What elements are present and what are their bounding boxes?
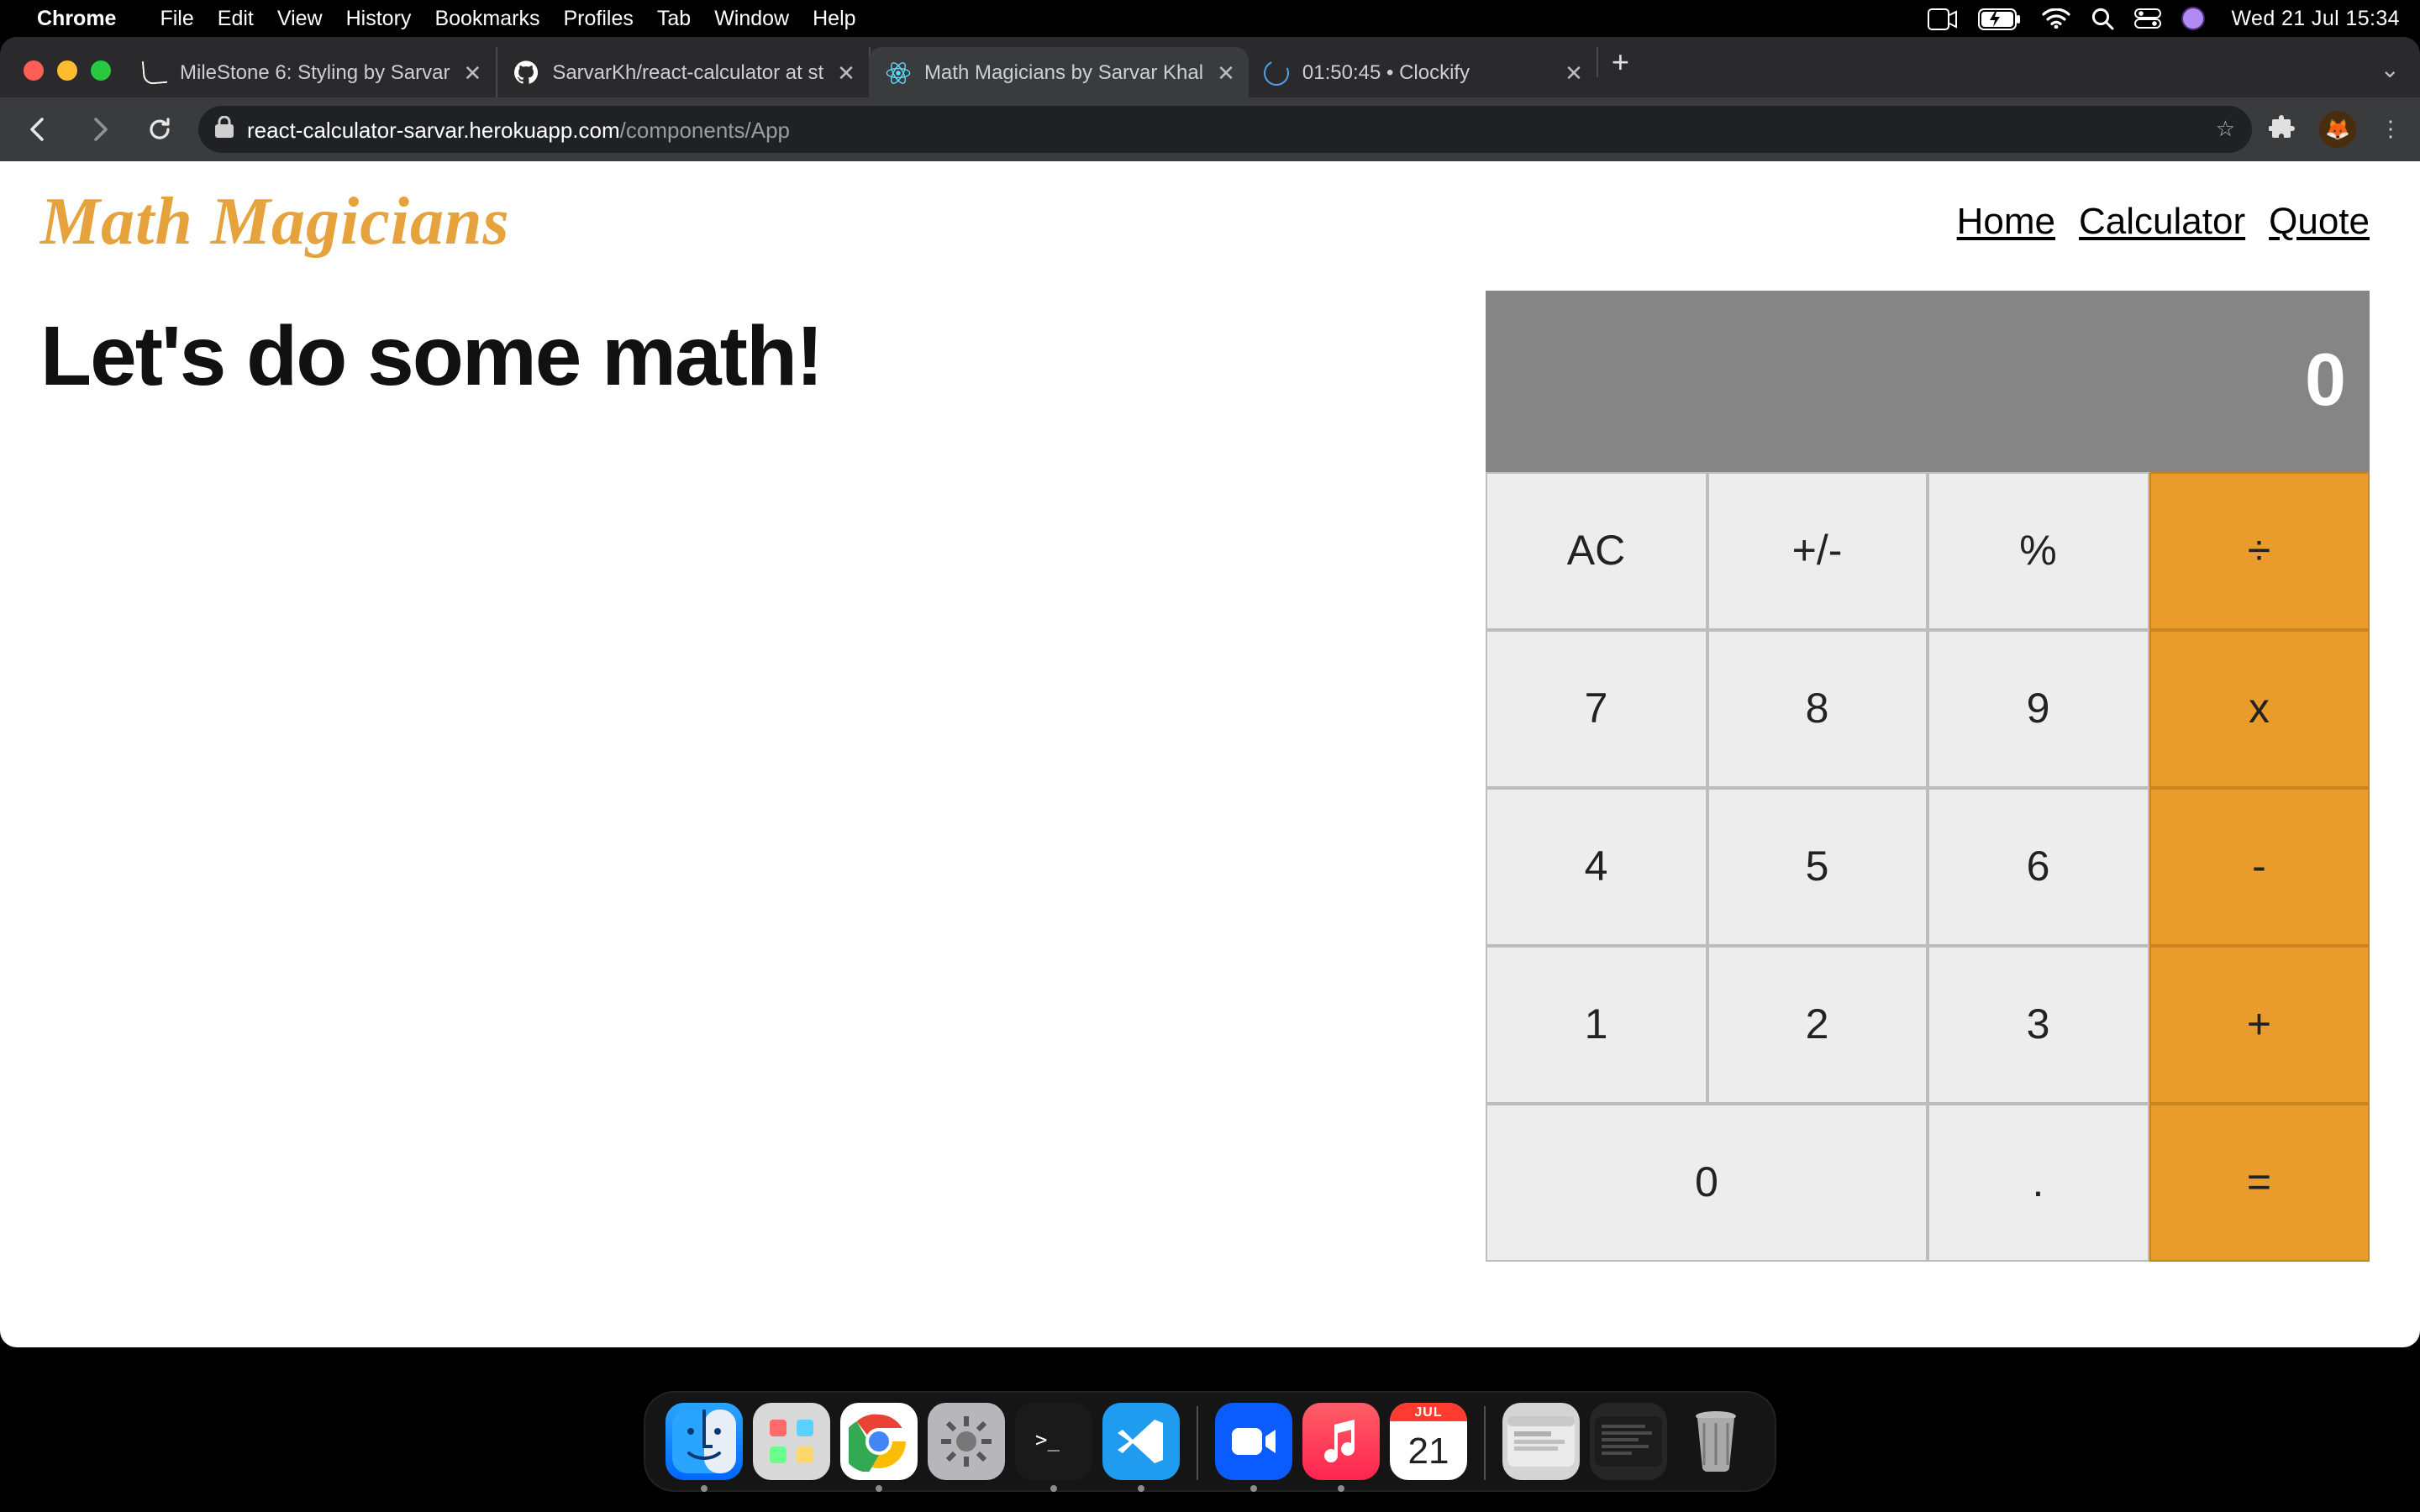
user-avatar-icon[interactable] [2181, 7, 2204, 30]
key-5[interactable]: 5 [1707, 788, 1928, 946]
menubar-clock[interactable]: Wed 21 Jul 15:34 [2231, 7, 2400, 30]
github-favicon-icon [513, 60, 539, 85]
brand-logo: Math Magicians [40, 181, 510, 260]
menu-bookmarks[interactable]: Bookmarks [434, 7, 539, 30]
microverse-favicon-icon [141, 60, 166, 85]
key-negate[interactable]: +/- [1707, 472, 1928, 630]
window-close-button[interactable] [24, 60, 44, 81]
menu-profiles[interactable]: Profiles [564, 7, 634, 30]
menu-edit[interactable]: Edit [218, 7, 254, 30]
page-viewport: Math Magicians Home Calculator Quote Let… [0, 161, 2420, 1347]
nav-forward-button[interactable] [77, 108, 121, 151]
extensions-icon[interactable] [2269, 113, 2296, 145]
page-nav: Home Calculator Quote [1957, 199, 2370, 243]
tab-milestone[interactable]: MileStone 6: Styling by Sarvar ✕ [124, 47, 497, 97]
menubar-app-name[interactable]: Chrome [37, 7, 116, 30]
key-divide[interactable]: ÷ [2149, 472, 2370, 630]
lock-icon [215, 116, 234, 143]
tab-close-icon[interactable]: ✕ [1565, 61, 1583, 83]
dock-minimized-window-2-icon[interactable] [1590, 1403, 1667, 1480]
menu-view[interactable]: View [277, 7, 323, 30]
dock-zoom-icon[interactable] [1215, 1403, 1292, 1480]
control-center-icon[interactable] [2133, 8, 2160, 29]
tab-clockify[interactable]: 01:50:45 • Clockify ✕ [1247, 47, 1597, 97]
nav-calculator[interactable]: Calculator [2079, 199, 2245, 243]
chrome-menu-icon[interactable]: ⋮ [2380, 116, 2403, 143]
calc-display: 0 [1486, 291, 2370, 472]
menu-help[interactable]: Help [813, 7, 855, 30]
tab-title: 01:50:45 • Clockify [1302, 60, 1470, 84]
facetime-icon[interactable] [1927, 8, 1957, 29]
tab-close-icon[interactable]: ✕ [464, 61, 482, 83]
menu-tab[interactable]: Tab [657, 7, 691, 30]
menu-history[interactable]: History [346, 7, 412, 30]
spotlight-icon[interactable] [2090, 7, 2113, 30]
calculator: 0 AC +/- % ÷ 7 8 9 x 4 5 6 - 1 [1486, 291, 2370, 1262]
url-path: /components/App [620, 117, 790, 142]
calendar-month: JUL [1390, 1403, 1467, 1421]
key-multiply[interactable]: x [2149, 630, 2370, 788]
tabs-overflow-button[interactable]: ⌄ [2381, 55, 2400, 84]
key-percent[interactable]: % [1928, 472, 2149, 630]
tab-title: MileStone 6: Styling by Sarvar [180, 60, 450, 84]
menu-file[interactable]: File [160, 7, 193, 30]
tab-title: SarvarKh/react-calculator at st [552, 60, 823, 84]
window-zoom-button[interactable] [91, 60, 111, 81]
browser-tabstrip: MileStone 6: Styling by Sarvar ✕ SarvarK… [0, 37, 2420, 97]
key-ac[interactable]: AC [1486, 472, 1707, 630]
key-1[interactable]: 1 [1486, 946, 1707, 1104]
calendar-day: 21 [1408, 1421, 1449, 1480]
tab-math-magicians[interactable]: Math Magicians by Sarvar Khal ✕ [869, 47, 1249, 97]
dock-system-preferences-icon[interactable] [928, 1403, 1005, 1480]
dock-calendar-icon[interactable]: JUL 21 [1390, 1403, 1467, 1480]
dock-terminal-icon[interactable]: >_ [1015, 1403, 1092, 1480]
nav-back-button[interactable] [17, 108, 60, 151]
key-add[interactable]: + [2149, 946, 2370, 1104]
dock-minimized-window-1-icon[interactable] [1502, 1403, 1580, 1480]
tab-github[interactable]: SarvarKh/react-calculator at st ✕ [497, 47, 871, 97]
page-heading: Let's do some math! [40, 307, 822, 405]
key-4[interactable]: 4 [1486, 788, 1707, 946]
browser-toolbar: react-calculator-sarvar.herokuapp.com/co… [0, 97, 2420, 161]
dock-chrome-icon[interactable] [840, 1403, 918, 1480]
dock: >_ JUL 21 [0, 1391, 2420, 1492]
bookmark-star-icon[interactable]: ☆ [2216, 116, 2235, 143]
url-host: react-calculator-sarvar.herokuapp.com [247, 117, 620, 142]
window-minimize-button[interactable] [57, 60, 77, 81]
dock-vscode-icon[interactable] [1102, 1403, 1180, 1480]
key-dot[interactable]: . [1928, 1104, 2149, 1262]
nav-reload-button[interactable] [138, 108, 182, 151]
nav-home[interactable]: Home [1957, 199, 2055, 243]
clockify-favicon-icon [1264, 60, 1289, 85]
wifi-icon[interactable] [2041, 8, 2070, 29]
svg-text:>_: >_ [1035, 1428, 1060, 1452]
tab-title: Math Magicians by Sarvar Khal [924, 60, 1203, 84]
new-tab-button[interactable]: + [1612, 45, 1629, 80]
dock-finder-icon[interactable] [666, 1403, 743, 1480]
dock-music-icon[interactable] [1302, 1403, 1380, 1480]
battery-icon[interactable] [1977, 8, 2021, 29]
key-6[interactable]: 6 [1928, 788, 2149, 946]
url-bar[interactable]: react-calculator-sarvar.herokuapp.com/co… [198, 106, 2252, 153]
tab-close-icon[interactable]: ✕ [1217, 61, 1235, 83]
profile-avatar-icon[interactable]: 🦊 [2319, 111, 2356, 148]
key-8[interactable]: 8 [1707, 630, 1928, 788]
nav-quote[interactable]: Quote [2269, 199, 2370, 243]
menu-window[interactable]: Window [714, 7, 789, 30]
macos-menubar: Chrome File Edit View History Bookmarks … [0, 0, 2420, 37]
key-7[interactable]: 7 [1486, 630, 1707, 788]
dock-trash-icon[interactable] [1677, 1403, 1754, 1480]
key-3[interactable]: 3 [1928, 946, 2149, 1104]
key-subtract[interactable]: - [2149, 788, 2370, 946]
key-9[interactable]: 9 [1928, 630, 2149, 788]
dock-launchpad-icon[interactable] [753, 1403, 830, 1480]
tab-close-icon[interactable]: ✕ [837, 61, 855, 83]
key-0[interactable]: 0 [1486, 1104, 1928, 1262]
key-2[interactable]: 2 [1707, 946, 1928, 1104]
react-favicon-icon [886, 60, 911, 85]
key-equals[interactable]: = [2149, 1104, 2370, 1262]
